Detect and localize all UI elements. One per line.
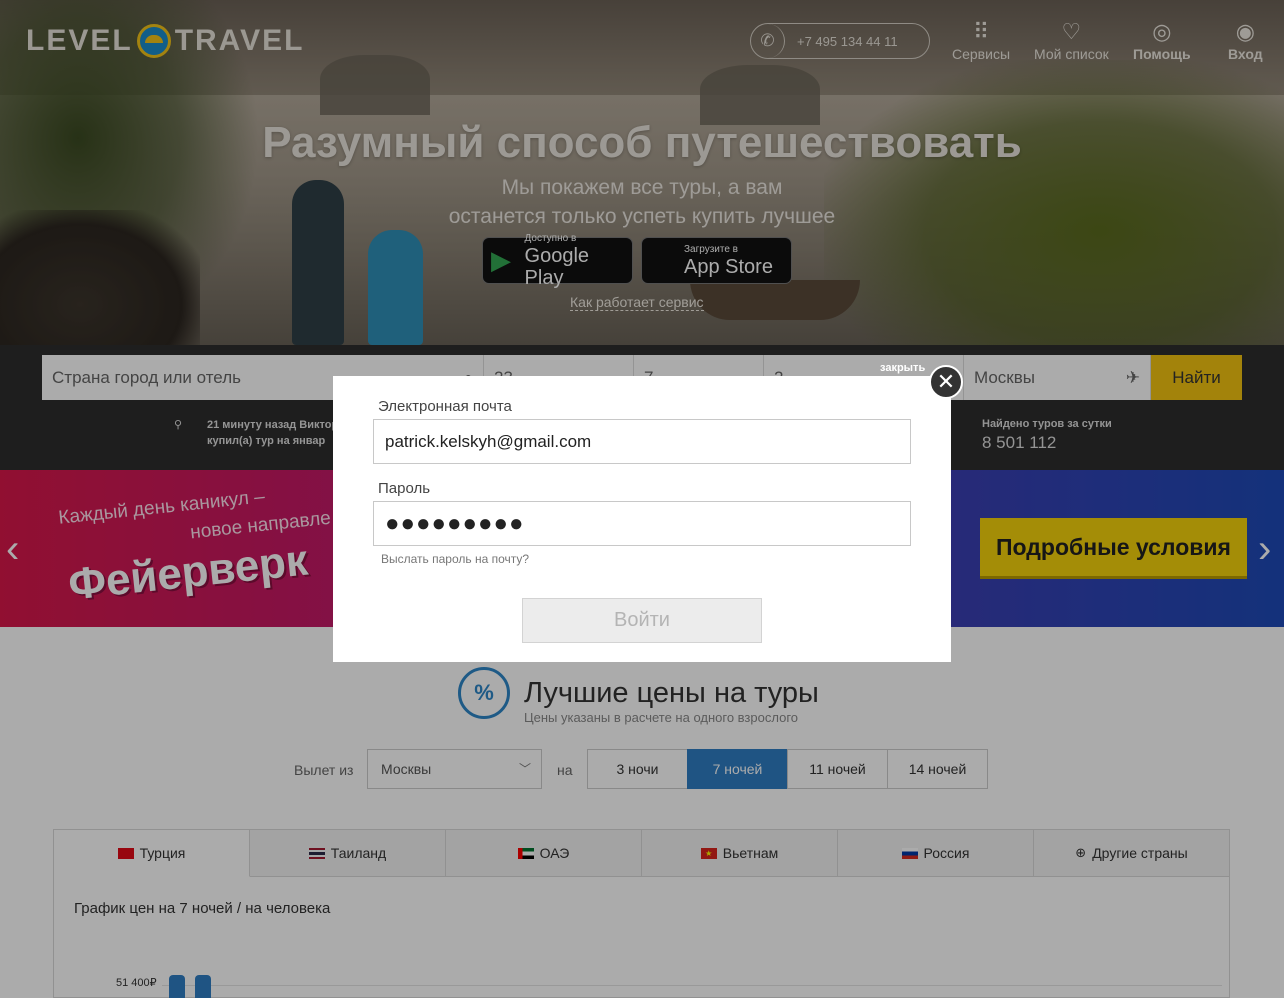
email-field[interactable]: patrick.kelskyh@gmail.com [373, 419, 911, 464]
password-label: Пароль [378, 480, 431, 497]
password-value: ●●●●●●●●● [385, 509, 525, 537]
password-field[interactable]: ●●●●●●●●● [373, 501, 911, 546]
close-icon[interactable]: ✕ [929, 365, 963, 399]
close-label[interactable]: закрыть [880, 362, 925, 374]
email-label: Электронная почта [378, 398, 512, 415]
login-modal: Электронная почта patrick.kelskyh@gmail.… [333, 376, 951, 662]
email-value: patrick.kelskyh@gmail.com [385, 431, 592, 451]
login-button[interactable]: Войти [522, 598, 762, 643]
forgot-password-link[interactable]: Выслать пароль на почту? [381, 552, 529, 566]
